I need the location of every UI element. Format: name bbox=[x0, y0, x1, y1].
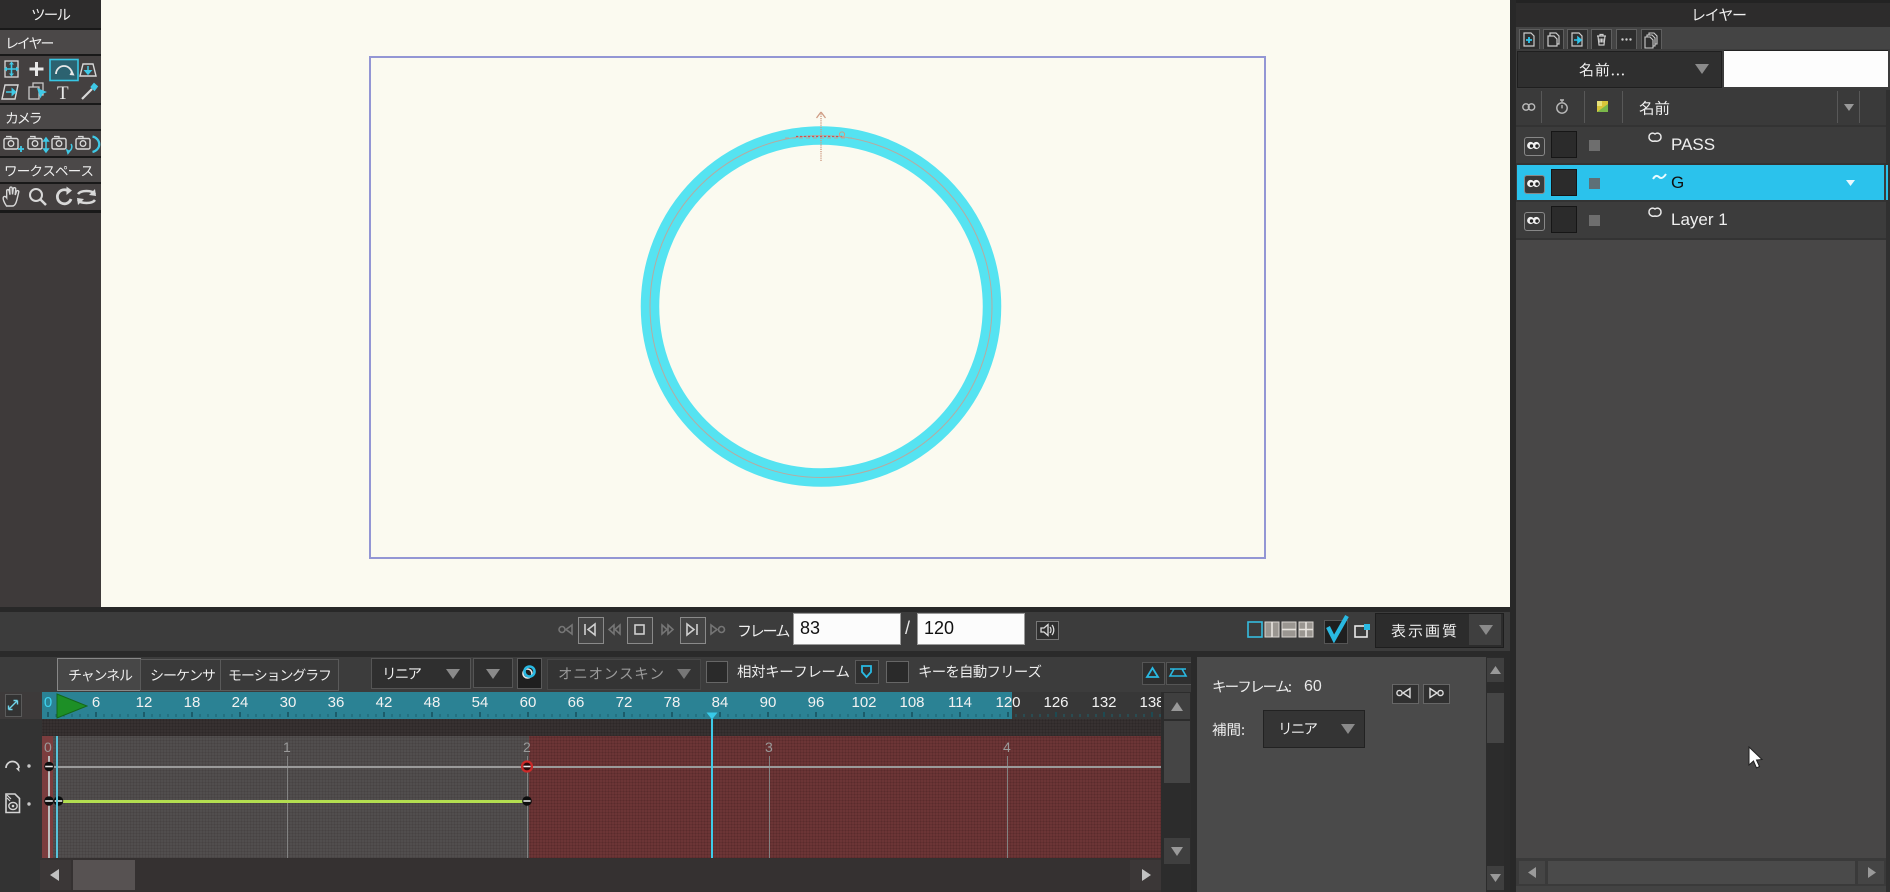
svg-text:T: T bbox=[57, 83, 69, 103]
